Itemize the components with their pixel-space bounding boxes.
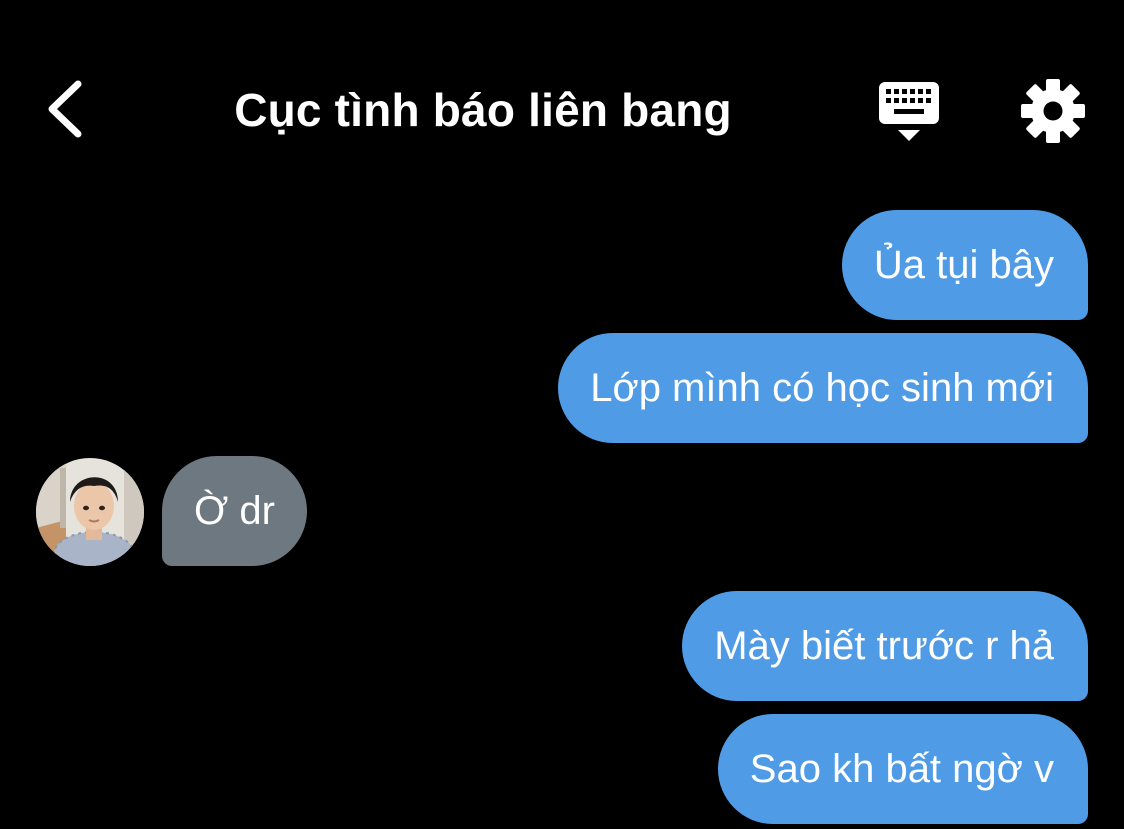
avatar-photo (36, 458, 144, 566)
message-bubble-sent[interactable]: Mày biết trước r hả (682, 591, 1088, 701)
message-text: Ờ dr (194, 489, 275, 533)
message-text: Mày biết trước r hả (714, 624, 1054, 668)
message-bubble-sent[interactable]: Lớp mình có học sinh mới (558, 333, 1088, 443)
message-bubble-received[interactable]: Ờ dr (162, 456, 307, 566)
message-text: Sao kh bất ngờ v (749, 747, 1054, 791)
message-bubble-sent[interactable]: Ủa tụi bây (841, 210, 1088, 320)
message-text: Ủa tụi bây (873, 243, 1054, 287)
message-bubble-sent[interactable]: Sao kh bất ngờ v (717, 714, 1088, 824)
message-thread: Ủa tụi bây Lớp mình có học sinh mới Ờ dr… (0, 0, 1124, 829)
message-text: Lớp mình có học sinh mới (590, 366, 1054, 410)
avatar[interactable] (36, 458, 144, 566)
